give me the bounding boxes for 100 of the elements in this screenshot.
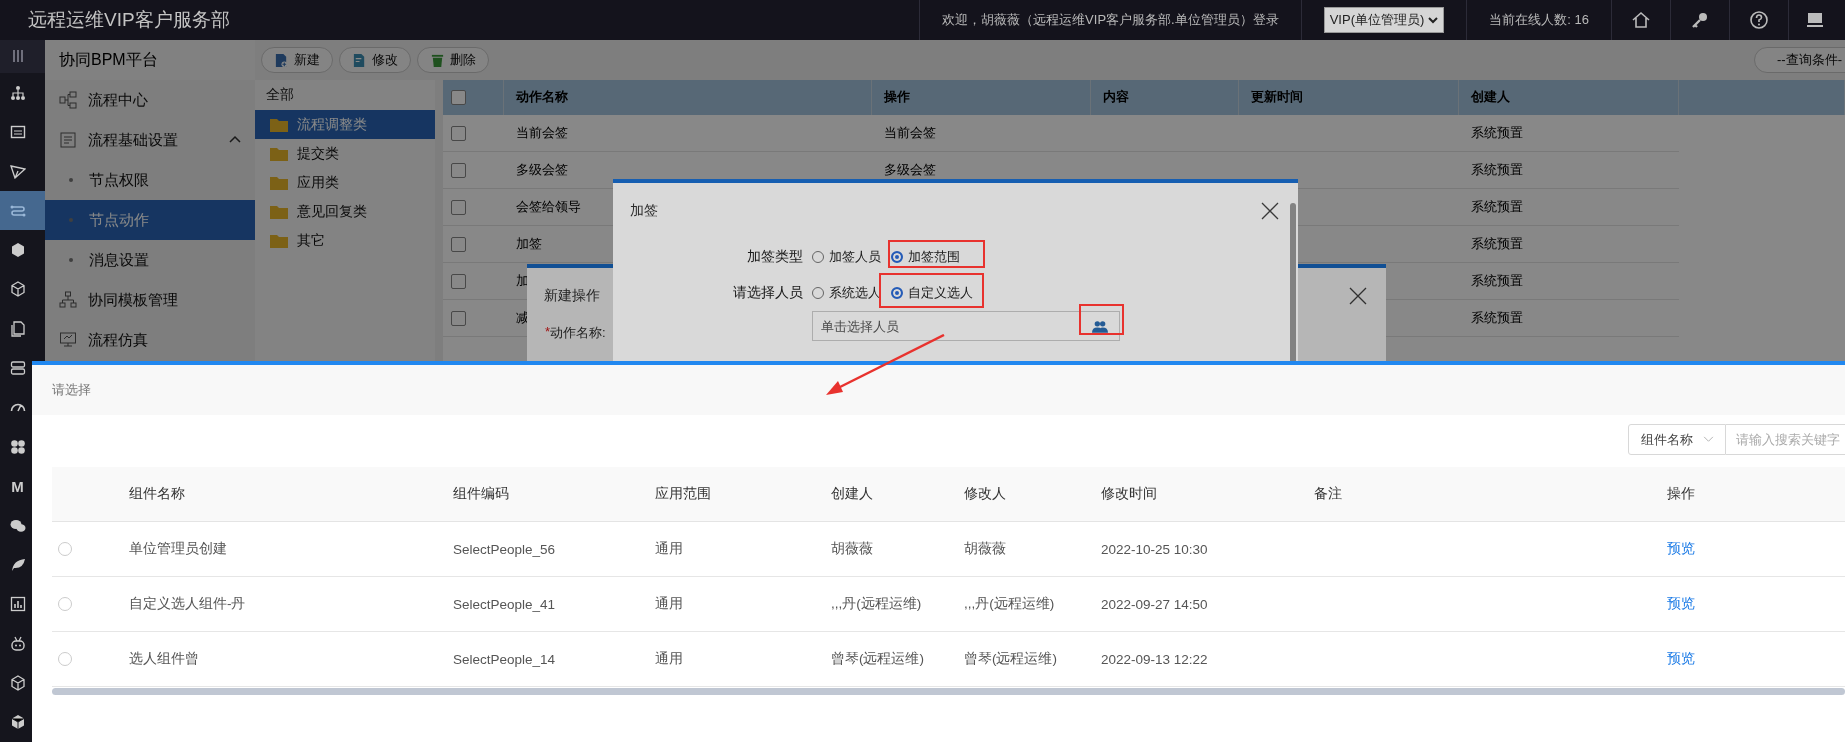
chat-icon [9,517,26,534]
column-header: 组件编码 [453,485,510,503]
chart-icon [9,596,26,613]
radio-button[interactable] [812,251,824,263]
tree-item[interactable]: 意见回复类 [255,197,435,226]
tree-root[interactable]: 全部 [255,80,435,110]
folder-icon [270,233,288,248]
column-header: 修改人 [964,485,1007,503]
scrollbar[interactable] [52,688,1845,695]
form-icon [59,131,77,149]
checkbox[interactable] [451,236,466,252]
column-header: 操作 [1667,485,1696,503]
close-icon[interactable] [1348,286,1368,306]
checkbox[interactable] [451,162,466,178]
table-cell: 多级会签 [516,161,568,179]
field-label: 加签类型 [746,248,804,266]
sidebar-item[interactable]: 协同模板管理 [45,280,255,320]
leaf-icon [9,556,26,573]
table-cell: SelectPeople_14 [453,651,556,667]
preview-link[interactable]: 预览 [1667,540,1695,558]
table-cell: 胡薇薇 [831,540,873,558]
monitor-icon[interactable] [1805,10,1825,30]
column-header: 内容 [1091,80,1239,115]
table-cell: 2022-10-25 10:30 [1101,541,1208,557]
send-icon [9,163,26,180]
column-header: 创建人 [831,485,874,503]
table-cell: 当前会签 [884,124,936,142]
sidebar-item[interactable]: 流程基础设置 [45,120,255,160]
close-icon[interactable] [1260,201,1280,221]
role-select[interactable]: VIP(单位管理员) [1323,7,1445,33]
column-header: 应用范围 [655,485,712,503]
chevron-down-icon [1428,15,1439,25]
table-cell: 系统预置 [1471,309,1523,327]
table-cell: 系统预置 [1471,124,1523,142]
toolbar-button[interactable]: 修改 [339,47,411,73]
table-cell: 选人组件曾 [129,650,199,668]
radio-button[interactable] [891,287,903,299]
table-cell: 系统预置 [1471,272,1523,290]
people-field[interactable]: 单击选择人员 [812,311,1120,341]
edit-icon [352,52,367,68]
server-icon [9,360,26,377]
tree-item[interactable]: 应用类 [255,168,435,197]
search-field[interactable]: 请输入搜索关键字 [1726,424,1845,455]
help-icon[interactable] [1749,10,1769,30]
table-cell: 会签给领导 [516,198,581,216]
required-mark: * [545,324,551,341]
tree-item[interactable]: 其它 [255,226,435,255]
column-header: 动作名称 [504,80,872,115]
new-document-icon [274,52,289,68]
document-icon [9,320,26,337]
checkbox[interactable] [451,273,466,289]
search-field-select[interactable]: 组件名称 [1628,424,1726,455]
sidebar-item[interactable]: 节点权限 [45,160,255,200]
folder-icon [270,175,288,190]
sidebar-item[interactable]: 节点动作 [45,200,255,240]
key-icon[interactable] [1690,10,1710,30]
radio-button[interactable] [812,287,824,299]
checkbox[interactable] [451,125,466,141]
checkbox[interactable] [451,199,466,215]
bullet-icon [69,218,73,222]
radio-option[interactable]: 自定义选人 [891,284,973,302]
preview-link[interactable]: 预览 [1667,650,1695,668]
table-cell: 曾琴(远程运维) [964,650,1057,668]
table-cell: 2022-09-13 12:22 [1101,651,1208,667]
table-cell: 胡薇薇 [964,540,1006,558]
table-cell: 系统预置 [1471,235,1523,253]
table-cell: 当前会签 [516,124,568,142]
org-chart-icon [59,291,77,309]
table-cell: SelectPeople_41 [453,596,556,612]
highlight-box [1079,304,1124,335]
column-header: 备注 [1314,485,1343,503]
tree-item[interactable]: 流程调整类 [255,110,435,139]
people-icon[interactable] [1092,320,1108,333]
query-button[interactable]: --查询条件- [1754,47,1845,73]
field-label: 请选择人员 [732,284,804,302]
radio-button[interactable] [891,251,903,263]
sidebar-item[interactable]: 流程中心 [45,80,255,120]
table-cell: 多级会签 [884,161,936,179]
toolbar-button[interactable]: 删除 [417,47,489,73]
radio-option[interactable]: 加签人员 [812,248,881,266]
folder-icon [270,146,288,161]
dialog-title: 加签 [630,202,658,220]
checkbox[interactable] [451,310,466,326]
table-cell: 自定义选人组件-丹 [129,595,246,613]
column-header: 操作 [872,80,1091,115]
table-cell: 减 [516,309,529,327]
dialog-title: 请选择 [52,381,91,399]
tree-item[interactable]: 提交类 [255,139,435,168]
sidebar-item[interactable]: 流程仿真 [45,320,255,360]
bullet-icon [69,178,73,182]
table-cell: 系统预置 [1471,198,1523,216]
radio-option[interactable]: 系统选人 [812,284,881,302]
toolbar-button[interactable]: 新建 [261,47,333,73]
field-label: 动作名称: [550,324,606,342]
checkbox[interactable] [451,90,466,105]
radio-option[interactable]: 加签范围 [891,248,960,266]
sidebar-item[interactable]: 消息设置 [45,240,255,280]
preview-link[interactable]: 预览 [1667,595,1695,613]
rail-item[interactable] [0,190,45,231]
home-icon[interactable] [1631,10,1651,30]
